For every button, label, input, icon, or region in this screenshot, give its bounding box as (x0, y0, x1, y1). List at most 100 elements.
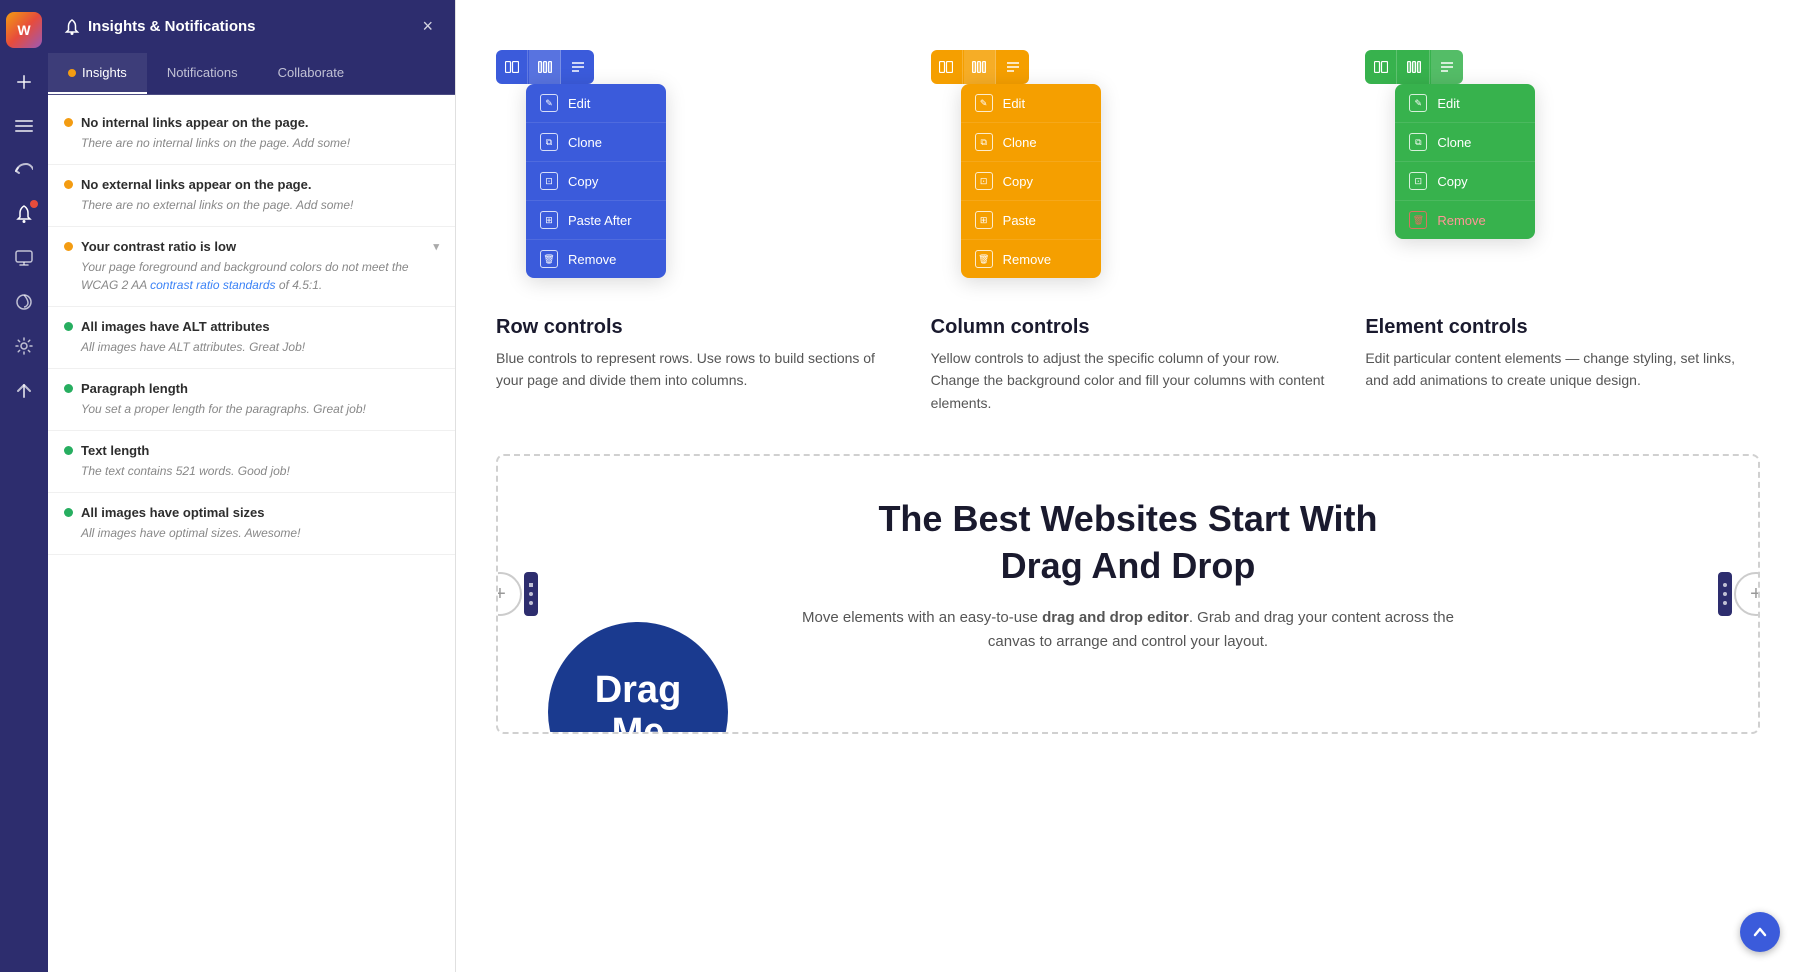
tab-notifications-label: Notifications (167, 65, 238, 80)
sidebar-item-settings[interactable] (6, 328, 42, 364)
status-dot (64, 180, 73, 189)
element-toolbar (1365, 50, 1463, 84)
app-logo[interactable]: W (6, 12, 42, 48)
insight-desc: You set a proper length for the paragrap… (64, 400, 439, 418)
drag-handle-left[interactable] (524, 572, 538, 616)
add-column-left-button[interactable]: + (496, 572, 522, 616)
tab-notifications[interactable]: Notifications (147, 53, 258, 94)
col-menu-remove[interactable]: 🗑 Remove (961, 240, 1101, 278)
panel-header-title-group: Insights & Notifications (64, 18, 256, 35)
panel-title: Insights & Notifications (88, 18, 256, 35)
col-menu-edit[interactable]: ✎ Edit (961, 84, 1101, 123)
row-menu-paste-after[interactable]: ⊞ Paste After (526, 201, 666, 240)
insight-alt-attributes: All images have ALT attributes All image… (48, 307, 455, 369)
insight-contrast-ratio: Your contrast ratio is low ▾ Your page f… (48, 227, 455, 307)
element-controls-block: ✎ Edit ⧉ Clone ⊡ Copy 🗑 Remove (1365, 40, 1760, 414)
paste-icon: ⊞ (540, 211, 558, 229)
col-dropdown: ✎ Edit ⧉ Clone ⊡ Copy ⊞ Paste (961, 84, 1101, 278)
edit-icon: ✎ (975, 94, 993, 112)
dnd-text-block: The Best Websites Start With Drag And Dr… (788, 496, 1468, 654)
sidebar-item-publish[interactable] (6, 372, 42, 408)
insight-no-internal-links: No internal links appear on the page. Th… (48, 103, 455, 165)
dnd-heading: The Best Websites Start With Drag And Dr… (788, 496, 1468, 590)
elem-toolbar-btn-text[interactable] (1431, 50, 1463, 84)
contrast-ratio-link[interactable]: contrast ratio standards (150, 278, 275, 292)
dnd-section: + + The Best Websites Start With Drag An… (496, 454, 1760, 734)
col-menu-clone[interactable]: ⧉ Clone (961, 123, 1101, 162)
insights-panel: Insights & Notifications × Insights Noti… (48, 0, 456, 972)
elem-menu-clone[interactable]: ⧉ Clone (1395, 123, 1535, 162)
row-toolbar-btn-layout[interactable] (496, 50, 528, 84)
dnd-description: Move elements with an easy-to-use drag a… (788, 606, 1468, 654)
col-menu-copy[interactable]: ⊡ Copy (961, 162, 1101, 201)
elem-menu-copy-label: Copy (1437, 174, 1467, 189)
row-menu-copy-label: Copy (568, 174, 598, 189)
drag-text-line2: Me (595, 712, 682, 734)
drag-circle-text: Drag Me (595, 670, 682, 734)
elem-menu-copy[interactable]: ⊡ Copy (1395, 162, 1535, 201)
sidebar-item-monitor[interactable] (6, 240, 42, 276)
tab-collaborate[interactable]: Collaborate (258, 53, 365, 94)
status-dot (64, 322, 73, 331)
paste-icon: ⊞ (975, 211, 993, 229)
row-dropdown: ✎ Edit ⧉ Clone ⊡ Copy ⊞ Paste After (526, 84, 666, 278)
trash-icon: 🗑 (1409, 211, 1427, 229)
col-menu-edit-label: Edit (1003, 96, 1025, 111)
drag-text-line1: Drag (595, 670, 682, 712)
copy-icon: ⊡ (1409, 172, 1427, 190)
tab-insights[interactable]: Insights (48, 53, 147, 94)
sidebar-item-notifications[interactable] (6, 196, 42, 232)
sidebar-item-undo[interactable] (6, 152, 42, 188)
insights-dot (68, 69, 76, 77)
status-dot (64, 242, 73, 251)
row-controls-desc: Blue controls to represent rows. Use row… (496, 347, 891, 392)
row-menu-copy[interactable]: ⊡ Copy (526, 162, 666, 201)
plus-icon: + (496, 583, 506, 606)
col-toolbar-btn-text[interactable] (997, 50, 1029, 84)
col-menu-copy-label: Copy (1003, 174, 1033, 189)
row-menu-clone-label: Clone (568, 135, 602, 150)
sidebar-item-layers[interactable] (6, 108, 42, 144)
elem-menu-edit[interactable]: ✎ Edit (1395, 84, 1535, 123)
row-menu-edit[interactable]: ✎ Edit (526, 84, 666, 123)
insight-image-sizes: All images have optimal sizes All images… (48, 493, 455, 555)
insight-desc: Your page foreground and background colo… (64, 258, 439, 294)
trash-icon: 🗑 (975, 250, 993, 268)
col-toolbar-btn-layout[interactable] (931, 50, 963, 84)
row-toolbar-btn-text[interactable] (562, 50, 594, 84)
insight-title-text: No external links appear on the page. (81, 177, 311, 192)
sidebar-item-add[interactable] (6, 64, 42, 100)
element-controls-desc: Edit particular content elements — chang… (1365, 347, 1760, 392)
scroll-to-top-button[interactable] (1740, 912, 1780, 952)
element-controls-label: Element controls (1365, 316, 1760, 339)
edit-icon: ✎ (540, 94, 558, 112)
status-dot (64, 384, 73, 393)
tab-insights-label: Insights (82, 65, 127, 80)
dnd-desc-bold: drag and drop editor (1042, 609, 1189, 626)
dnd-heading-line2: Drag And Drop (1001, 545, 1256, 586)
col-toolbar-btn-cols[interactable] (964, 50, 996, 84)
drag-circle: Drag Me (548, 622, 728, 734)
notification-badge (30, 200, 38, 208)
add-column-right-button[interactable]: + (1734, 572, 1760, 616)
elem-menu-edit-label: Edit (1437, 96, 1459, 111)
insight-desc: All images have ALT attributes. Great Jo… (64, 338, 439, 356)
row-toolbar-btn-cols[interactable] (529, 50, 561, 84)
close-button[interactable]: × (416, 14, 439, 39)
insight-title-text: Text length (81, 443, 149, 458)
insight-title-text: Paragraph length (81, 381, 188, 396)
row-menu-remove-label: Remove (568, 252, 616, 267)
insight-no-external-links: No external links appear on the page. Th… (48, 165, 455, 227)
row-menu-clone[interactable]: ⧉ Clone (526, 123, 666, 162)
collapse-arrow[interactable]: ▾ (433, 240, 439, 253)
sidebar-item-theme[interactable] (6, 284, 42, 320)
row-menu-remove[interactable]: 🗑 Remove (526, 240, 666, 278)
element-dropdown: ✎ Edit ⧉ Clone ⊡ Copy 🗑 Remove (1395, 84, 1535, 239)
status-dot (64, 118, 73, 127)
col-menu-paste[interactable]: ⊞ Paste (961, 201, 1101, 240)
elem-menu-remove[interactable]: 🗑 Remove (1395, 201, 1535, 239)
drag-handle-right[interactable] (1718, 572, 1732, 616)
elem-toolbar-btn-cols[interactable] (1398, 50, 1430, 84)
elem-toolbar-btn-layout[interactable] (1365, 50, 1397, 84)
plus-icon: + (1750, 583, 1760, 606)
